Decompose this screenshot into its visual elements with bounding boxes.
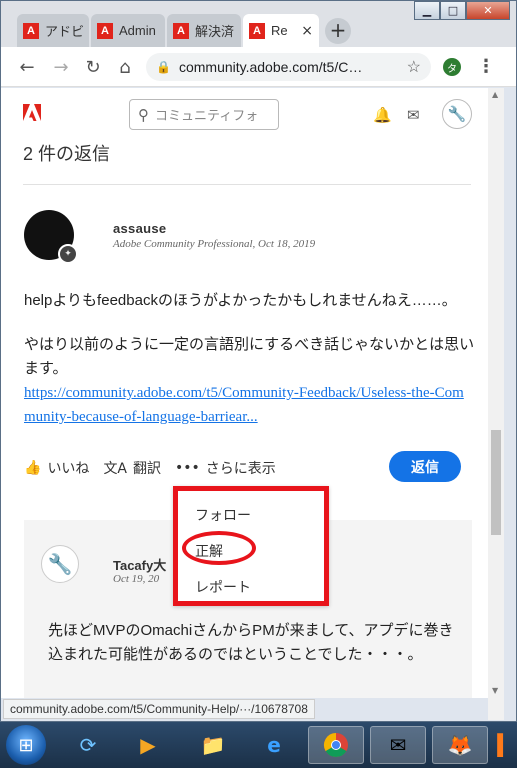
divider [23,184,471,185]
highlight-circle [182,531,256,565]
browser-window: A アドビ A Admin A 解決済 A Re × + ▁ □ ✕ ← → ↻… [0,0,517,722]
mail-icon[interactable]: ✉ [407,106,420,124]
home-icon[interactable]: ⌂ [113,55,137,79]
url-text: community.adobe.com/t5/C… [178,59,363,75]
reply-body: 先ほどMVPのOmachiさんからPMが来まして、アプデに巻き込まれた可能性があ… [48,622,454,663]
like-label: いいね [47,461,90,477]
ellipsis-icon: ••• [175,460,200,476]
reply-meta: Oct 19, 20 [113,573,160,585]
translate-icon: 文A [103,461,128,477]
adobe-logo[interactable] [23,104,41,122]
folder-icon[interactable]: 📁 [185,726,241,764]
translate-label: 翻訳 [133,461,162,477]
more-options-menu: フォロー 正解 レポート [173,486,329,606]
tab-label: アドビ [45,24,85,39]
post-username[interactable]: assause [113,221,166,236]
tab-close-icon[interactable]: × [297,23,313,39]
tab-strip: A アドビ A Admin A 解決済 A Re × + ▁ □ ✕ [1,1,516,47]
address-bar[interactable]: 🔒 community.adobe.com/t5/C… ☆ [146,53,431,81]
maximize-button[interactable]: □ [440,1,466,20]
more-label: さらに表示 [205,461,276,477]
post-actions: 👍 いいね 文A 翻訳 ••• さらに表示 [24,456,290,480]
internet-explorer-icon[interactable]: e [246,726,302,764]
window-controls: ▁ □ ✕ [414,1,510,20]
reply-author-avatar[interactable]: 🔧 [41,545,79,583]
tab-adobe[interactable]: A アドビ [17,14,89,47]
firefox-icon[interactable]: 🦊 [432,726,488,764]
status-url: community.adobe.com/t5/Community-Help/··… [3,699,315,719]
post-link[interactable]: https://community.adobe.com/t5/Community… [24,381,474,429]
adobe-favicon: A [97,22,113,39]
tab-admin[interactable]: A Admin [91,14,165,47]
vertical-scrollbar[interactable]: ▲ ▼ [488,88,504,698]
scroll-up-icon[interactable]: ▲ [492,90,498,99]
adobe-favicon: A [249,22,265,39]
search-icon: ⚲ [138,105,149,124]
taskbar-overflow-icon[interactable]: ▍ [494,726,516,764]
replies-heading: 2 件の返信 [23,144,111,164]
more-button[interactable]: ••• さらに表示 [175,458,276,478]
forward-arrow-icon[interactable]: → [49,55,73,79]
tab-label: Re [271,23,288,38]
tab-label: 解決済 [195,24,235,39]
mail-app-icon[interactable]: ✉ [370,726,426,764]
back-arrow-icon[interactable]: ← [15,55,39,79]
new-tab-button[interactable]: + [325,18,351,44]
scroll-down-icon[interactable]: ▼ [492,686,498,695]
sync-icon[interactable]: ⟳ [60,726,116,764]
close-window-button[interactable]: ✕ [466,1,510,20]
star-icon[interactable]: ☆ [407,57,421,77]
page-content: ⚲ コミュニティフォ 🔔 ✉ 🔧 2 件の返信 ✦ assause Adobe … [1,88,501,698]
chrome-icon[interactable] [308,726,364,764]
reply-username[interactable]: Tacafy大 [113,555,166,574]
like-button[interactable]: 👍 いいね [24,458,89,478]
community-search-input[interactable]: ⚲ コミュニティフォ [129,99,279,130]
search-placeholder: コミュニティフォ [155,109,259,124]
thumbs-up-icon: 👍 [24,460,42,476]
profile-avatar[interactable]: タ [443,58,461,76]
browser-toolbar: ← → ↻ ⌂ 🔒 community.adobe.com/t5/C… ☆ タ … [1,47,516,87]
adobe-favicon: A [23,22,39,39]
media-player-icon[interactable]: ▶ [120,726,176,764]
post-body-line: やはり以前のように一定の言語別にするべき話じゃないかとは思います。 [24,336,475,377]
tab-active-re[interactable]: A Re × [243,14,319,47]
taskbar: ⊞ ⟳ ▶ 📁 e ✉ 🦊 ▍ [0,722,517,768]
adobe-favicon: A [173,22,189,39]
post-author-avatar[interactable]: ✦ [24,210,78,264]
tab-label: Admin [119,23,156,38]
tab-resolved[interactable]: A 解決済 [167,14,241,47]
translate-button[interactable]: 文A 翻訳 [103,458,161,478]
menu-item-report[interactable]: レポート [195,577,251,597]
windows-start-icon[interactable]: ⊞ [6,725,46,765]
professional-badge-icon: ✦ [58,244,78,264]
user-avatar[interactable]: 🔧 [442,99,472,129]
lock-icon: 🔒 [156,60,171,74]
site-header: ⚲ コミュニティフォ 🔔 ✉ 🔧 [1,88,488,140]
bell-icon[interactable]: 🔔 [373,106,392,124]
browser-menu-icon[interactable]: ⋮ [477,56,495,77]
reload-icon[interactable]: ↻ [81,55,105,79]
reply-button[interactable]: 返信 [389,451,461,482]
menu-item-follow[interactable]: フォロー [195,505,251,525]
post-body-line: helpよりもfeedbackのほうがよかったかもしれませんねえ……。 [24,292,457,309]
minimize-button[interactable]: ▁ [414,1,440,20]
post-meta: Adobe Community Professional, Oct 18, 20… [113,238,316,250]
chrome-logo [323,733,348,758]
scroll-corner [488,698,504,720]
scrollbar-thumb[interactable] [491,430,501,535]
